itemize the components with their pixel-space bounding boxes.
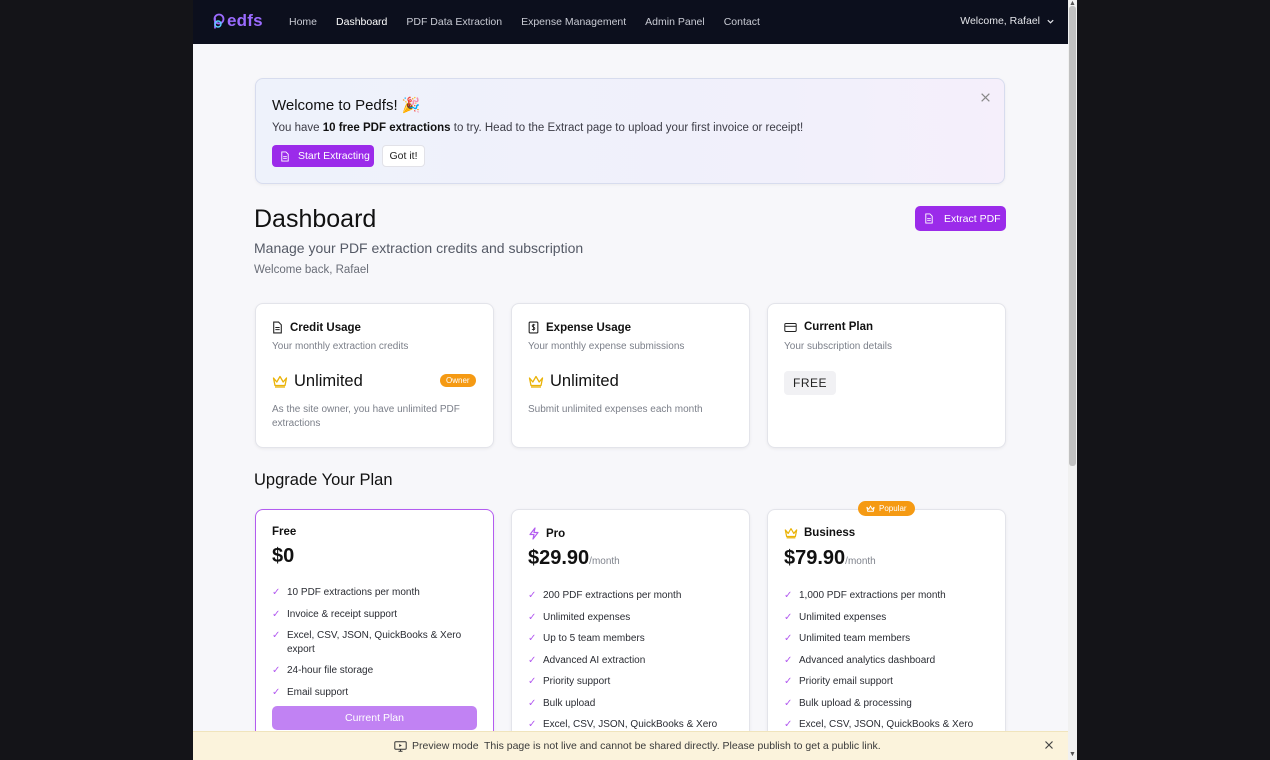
chevron-down-icon: [1047, 19, 1054, 24]
plan-price: $29.90/month: [528, 547, 620, 569]
document-icon: [281, 150, 289, 162]
welcome-text: Welcome, Rafael: [960, 15, 1040, 27]
crown-icon: [272, 375, 288, 388]
banner-text: You have 10 free PDF extractions to try.…: [272, 122, 804, 134]
current-plan-card: Current Plan Your subscription details F…: [767, 303, 1006, 448]
list-item: ✓ Priority email support: [784, 676, 893, 687]
nav-links: Home Dashboard PDF Data Extraction Expen…: [289, 0, 779, 44]
logo-text: edfs: [227, 11, 263, 30]
list-item: ✓ Excel, CSV, JSON, QuickBooks & Xero: [784, 719, 974, 730]
banner-title: Welcome to Pedfs! 🎉: [272, 97, 421, 114]
plan-card-business: Business $79.90/month ✓ 1,000 PDF extract…: [767, 509, 1006, 749]
user-menu[interactable]: Welcome, Rafael: [960, 15, 1055, 27]
plan-card-pro: Pro $29.90/month ✓ 200 PDF extractions pe…: [511, 509, 750, 749]
list-item: ✓ Excel, CSV, JSON, QuickBooks & Xero exp…: [272, 630, 462, 655]
card-description: Your subscription details: [784, 341, 893, 352]
welcome-banner: Welcome to Pedfs! 🎉 You have 10 free PDF…: [255, 78, 1005, 184]
credit-card-icon: [784, 322, 797, 332]
credit-usage-card: Credit Usage Your monthly extraction cre…: [255, 303, 494, 448]
logo[interactable]: edfs: [212, 11, 263, 31]
list-item: ✓ Priority support: [528, 676, 611, 687]
card-footnote: Submit unlimited expenses each month: [528, 404, 703, 415]
card-description: Your monthly extraction credits: [272, 341, 409, 352]
credit-value: Unlimited: [294, 372, 363, 390]
preview-close-button[interactable]: [1044, 738, 1054, 753]
document-icon: [925, 213, 933, 224]
crown-icon: [784, 528, 798, 539]
page-title: Dashboard: [254, 205, 377, 233]
preview-text: This page is not live and cannot be shar…: [484, 740, 881, 752]
outer-background: [1077, 0, 1270, 760]
list-item: ✓ Bulk upload & processing: [784, 697, 912, 709]
card-title: Credit Usage: [290, 321, 361, 334]
expense-value: Unlimited: [550, 372, 619, 390]
card-title: Expense Usage: [546, 321, 632, 334]
nav-link-home[interactable]: Home: [289, 16, 317, 28]
plan-badge: FREE: [784, 371, 837, 395]
welcome-back-text: Welcome back, Rafael: [254, 264, 369, 276]
list-item: ✓ 200 PDF extractions per month: [528, 590, 682, 601]
preview-bar: Preview mode This page is not live and c…: [193, 731, 1068, 760]
feature-list: ✓ 10 PDF extractions per month ✓ Invoice &…: [272, 586, 477, 707]
extract-pdf-button[interactable]: Extract PDF: [915, 206, 1006, 231]
crown-icon: [866, 504, 875, 512]
nav-link-pdf-extraction[interactable]: PDF Data Extraction: [406, 16, 502, 28]
scroll-down-arrow[interactable]: ▼: [1069, 751, 1076, 759]
feature-list: ✓ 200 PDF extractions per month ✓ Unlimite…: [528, 589, 733, 740]
list-item: ✓ Up to 5 team members: [528, 633, 645, 644]
top-nav: edfs Home Dashboard PDF Data Extraction …: [193, 0, 1068, 44]
banner-close-button[interactable]: [980, 90, 991, 106]
list-item: ✓ Excel, CSV, JSON, QuickBooks & Xero: [528, 719, 718, 730]
p-logo-icon: [213, 13, 225, 28]
list-item: ✓ Invoice & receipt support: [272, 608, 398, 620]
expense-usage-card: Expense Usage Your monthly expense submi…: [511, 303, 750, 448]
nav-link-expense-management[interactable]: Expense Management: [521, 16, 626, 28]
document-icon: [273, 321, 282, 334]
list-item: ✓ Advanced analytics dashboard: [784, 654, 936, 666]
nav-link-admin-panel[interactable]: Admin Panel: [645, 16, 705, 28]
list-item: ✓ 24-hour file storage: [272, 665, 374, 676]
list-item: ✓ 1,000 PDF extractions per month: [784, 590, 946, 601]
dollar-doc-icon: [528, 321, 539, 334]
got-it-button[interactable]: Got it!: [382, 145, 425, 167]
feature-list: ✓ 1,000 PDF extractions per month ✓ Unlimi…: [784, 589, 989, 740]
start-extracting-button[interactable]: Start Extracting: [272, 145, 374, 167]
plan-price: $0: [272, 545, 295, 567]
scrollbar-thumb[interactable]: [1069, 6, 1076, 466]
list-item: ✓ Unlimited expenses: [784, 611, 887, 623]
plan-name: Free: [272, 526, 297, 538]
plan-name: Pro: [546, 527, 566, 540]
popular-badge: Popular: [858, 501, 915, 516]
nav-link-dashboard[interactable]: Dashboard: [336, 16, 387, 28]
card-description: Your monthly expense submissions: [528, 341, 685, 352]
app-frame: edfs Home Dashboard PDF Data Extraction …: [193, 0, 1068, 760]
current-plan-button[interactable]: Current Plan: [272, 706, 477, 730]
list-item: ✓ Email support: [272, 686, 349, 698]
card-footnote: As the site owner, you have unlimited PD…: [272, 404, 460, 429]
list-item: ✓ Unlimited team members: [784, 633, 911, 644]
close-icon: [1045, 741, 1053, 749]
list-item: ✓ Bulk upload: [528, 697, 596, 709]
upgrade-title: Upgrade Your Plan: [254, 471, 393, 489]
list-item: ✓ Unlimited expenses: [528, 611, 631, 623]
owner-badge: Owner: [440, 374, 476, 387]
plan-card-free: Free $0 ✓ 10 PDF extractions per month ✓ I…: [255, 509, 494, 749]
bolt-icon: [529, 527, 539, 540]
plan-price: $79.90/month: [784, 547, 876, 569]
list-item: ✓ 10 PDF extractions per month: [272, 587, 420, 598]
card-title: Current Plan: [804, 321, 874, 333]
page-subtitle: Manage your PDF extraction credits and s…: [254, 240, 584, 256]
list-item: ✓ Advanced AI extraction: [528, 654, 646, 666]
close-icon: [981, 93, 990, 102]
preview-mode-label: Preview mode: [394, 740, 479, 752]
crown-icon: [528, 375, 544, 388]
nav-link-contact[interactable]: Contact: [724, 16, 760, 28]
scrollbar[interactable]: ▲ ▼: [1068, 0, 1077, 760]
monitor-icon: [394, 740, 407, 752]
plan-name: Business: [804, 527, 856, 539]
